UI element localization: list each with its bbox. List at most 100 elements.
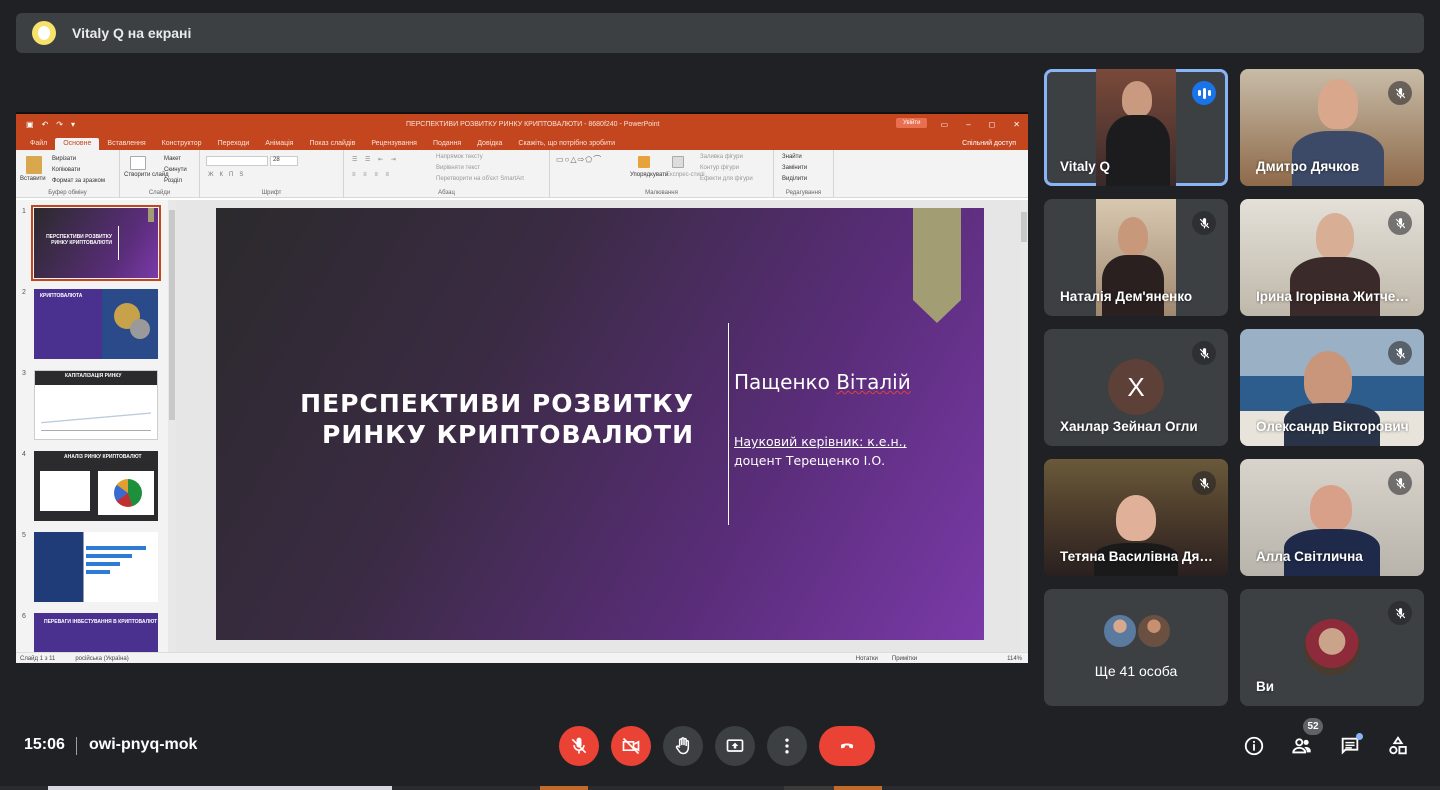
participant-tile[interactable]: Наталія Дем'яненко — [1044, 199, 1228, 316]
participant-tile[interactable]: Тетяна Василівна Дяченко — [1044, 459, 1228, 576]
slide-title[interactable]: ПЕРСПЕКТИВИ РОЗВИТКУ РИНКУ КРИПТОВАЛЮТИ — [300, 388, 694, 450]
participant-tile[interactable]: Олександр Вікторович — [1240, 329, 1424, 446]
ppt-share-button[interactable]: Спільний доступ — [962, 140, 1016, 147]
shape-outline-button[interactable]: Контур фігури — [700, 165, 739, 171]
layout-button[interactable]: Макет — [164, 156, 181, 162]
present-icon — [726, 739, 744, 752]
tab-help[interactable]: Довідка — [469, 138, 510, 150]
find-button[interactable]: Знайти — [782, 154, 802, 160]
tab-animations[interactable]: Анімація — [257, 138, 301, 150]
tab-home[interactable]: Основне — [55, 138, 100, 150]
more-options-button[interactable] — [767, 726, 807, 766]
thumbnail-caption: АНАЛІЗ РИНКУ КРИПТОВАЛЮТ — [64, 454, 142, 460]
arrange-icon[interactable] — [638, 156, 650, 168]
participant-name: Олександр Вікторович — [1256, 419, 1409, 434]
shape-effects-button[interactable]: Ефекти для фігури — [700, 176, 753, 182]
reset-button[interactable]: Скинути — [164, 167, 187, 173]
shape-fill-button[interactable]: Заливка фігури — [700, 154, 743, 160]
tab-transitions[interactable]: Переходи — [210, 138, 258, 150]
customize-icon[interactable]: ▾ — [71, 120, 75, 129]
thumbnail-number: 6 — [22, 613, 26, 620]
text-direction-button[interactable]: Напрямок тексту — [436, 154, 483, 160]
participant-tile[interactable]: Дмитро Дячков — [1240, 69, 1424, 186]
tab-review[interactable]: Рецензування — [363, 138, 425, 150]
align-buttons[interactable]: ≡ ≡ ≡ ≡ — [352, 172, 392, 178]
paste-button[interactable]: Вставити — [20, 176, 46, 182]
font-size-input[interactable]: 28 — [270, 156, 298, 166]
slide-author[interactable]: Пащенко Віталій — [734, 370, 911, 394]
slide-scrollbar[interactable] — [1020, 200, 1028, 652]
ppt-ribbon-tabs: Файл Основне Вставлення Конструктор Пере… — [16, 134, 1028, 150]
participant-tile[interactable]: Алла Світлична — [1240, 459, 1424, 576]
shapes-gallery[interactable]: ▭○△⇨⬠⌒ — [556, 154, 602, 165]
raise-hand-button[interactable] — [663, 726, 703, 766]
participant-name: Дмитро Дячков — [1256, 159, 1360, 174]
paste-icon[interactable] — [26, 156, 42, 174]
close-icon[interactable]: ✕ — [1013, 120, 1020, 129]
mic-off-icon — [571, 737, 587, 754]
slide-thumbnails-pane[interactable]: 1 ПЕРСПЕКТИВИ РОЗВИТКУ РИНКУ КРИПТОВАЛЮТ… — [16, 200, 176, 652]
minimize-icon[interactable]: – — [966, 120, 970, 129]
cut-button[interactable]: Вирізати — [52, 156, 76, 162]
slide-editor[interactable]: ПЕРСПЕКТИВИ РОЗВИТКУ РИНКУ КРИПТОВАЛЮТИ … — [176, 200, 1028, 652]
activities-button[interactable] — [1386, 734, 1410, 758]
align-text-button[interactable]: Вирівняти текст — [436, 165, 480, 171]
ribbon-group-drawing: ▭○△⇨⬠⌒ Упорядкувати Експрес-стилі Заливк… — [550, 150, 774, 198]
thumbnail-slide-6[interactable]: 6 ПЕРЕВАГИ ІНВЕСТУВАННЯ В КРИПТОВАЛЮТ — [22, 613, 158, 652]
thumbnails-scrollbar[interactable] — [168, 200, 176, 652]
comments-button[interactable]: Примітки — [892, 656, 917, 662]
new-slide-button[interactable]: Створити слайд — [124, 172, 169, 178]
ribbon-display-icon[interactable]: ▭ — [941, 120, 949, 129]
select-button[interactable]: Виділити — [782, 176, 807, 182]
tab-view[interactable]: Подання — [425, 138, 469, 150]
notes-button[interactable]: Нотатки — [856, 656, 878, 662]
arrange-button[interactable]: Упорядкувати — [630, 172, 668, 178]
self-tile[interactable]: Ви — [1240, 589, 1424, 706]
undo-icon[interactable]: ↶ — [42, 120, 49, 129]
list-buttons[interactable]: ☰ ☰ ⇤ ⇥ — [352, 156, 399, 163]
shared-screen[interactable]: ▣ ↶ ↷ ▾ ПЕРСПЕКТИВИ РОЗВИТКУ РИНКУ КРИПТ… — [16, 112, 1028, 663]
participant-tile[interactable]: Vitaly Q — [1044, 69, 1228, 186]
redo-icon[interactable]: ↷ — [56, 120, 63, 129]
toggle-camera-button[interactable] — [611, 726, 651, 766]
participant-tile[interactable]: Х Ханлар Зейнал Огли — [1044, 329, 1228, 446]
thumbnail-slide-3[interactable]: 3 КАПІТАЛІЗАЦІЯ РИНКУ — [22, 370, 158, 440]
copy-button[interactable]: Копіювати — [52, 167, 80, 173]
tell-me-search[interactable]: Скажіть, що потрібно зробити — [510, 138, 623, 150]
section-button[interactable]: Розділ — [164, 178, 182, 184]
thumbnail-slide-5[interactable]: 5 — [22, 532, 158, 602]
format-painter-button[interactable]: Формат за зразком — [52, 178, 105, 184]
tab-file[interactable]: Файл — [22, 138, 55, 150]
leave-call-button[interactable] — [819, 726, 875, 766]
tab-slideshow[interactable]: Показ слайдів — [301, 138, 363, 150]
quick-styles-button[interactable]: Експрес-стилі — [666, 172, 705, 178]
replace-button[interactable]: Замінити — [782, 165, 807, 171]
thumbnail-slide-1[interactable]: 1 ПЕРСПЕКТИВИ РОЗВИТКУ РИНКУ КРИПТОВАЛЮТ… — [22, 205, 161, 281]
present-screen-button[interactable] — [715, 726, 755, 766]
smartart-button[interactable]: Перетворити на об'єкт SmartArt — [436, 176, 524, 182]
thumbnail-caption: КАПІТАЛІЗАЦІЯ РИНКУ — [65, 373, 122, 379]
more-participants-label: Ще 41 особа — [1094, 663, 1178, 679]
thumbnail-number: 4 — [22, 451, 26, 458]
zoom-level[interactable]: 114% — [1007, 656, 1022, 662]
toggle-mic-button[interactable] — [559, 726, 599, 766]
meeting-details-button[interactable] — [1242, 734, 1266, 758]
show-everyone-button[interactable] — [1290, 734, 1314, 758]
more-participants-tile[interactable]: Ще 41 особа — [1044, 589, 1228, 706]
save-icon[interactable]: ▣ — [26, 120, 34, 129]
thumbnail-slide-4[interactable]: 4 АНАЛІЗ РИНКУ КРИПТОВАЛЮТ — [22, 451, 158, 521]
new-slide-icon[interactable] — [130, 156, 146, 170]
thumbnail-number: 2 — [22, 289, 26, 296]
status-language[interactable]: російська (Україна) — [75, 656, 128, 662]
current-slide[interactable]: ПЕРСПЕКТИВИ РОЗВИТКУ РИНКУ КРИПТОВАЛЮТИ … — [216, 208, 984, 640]
maximize-icon[interactable]: ◻ — [989, 120, 996, 129]
tab-insert[interactable]: Вставлення — [99, 138, 153, 150]
slide-supervisor[interactable]: Науковий керівник: к.е.н., доцент Тереще… — [734, 432, 907, 470]
participant-tile[interactable]: Ірина Ігорівна Житченко — [1240, 199, 1424, 316]
tab-design[interactable]: Конструктор — [154, 138, 210, 150]
font-style-buttons[interactable]: ЖКПS — [208, 172, 249, 178]
thumbnail-slide-2[interactable]: 2 КРИПТОВАЛЮТА — [22, 289, 158, 359]
font-name-input[interactable] — [206, 156, 268, 166]
ppt-signin-button[interactable]: Увійти — [896, 118, 928, 128]
quick-styles-icon[interactable] — [672, 156, 684, 168]
